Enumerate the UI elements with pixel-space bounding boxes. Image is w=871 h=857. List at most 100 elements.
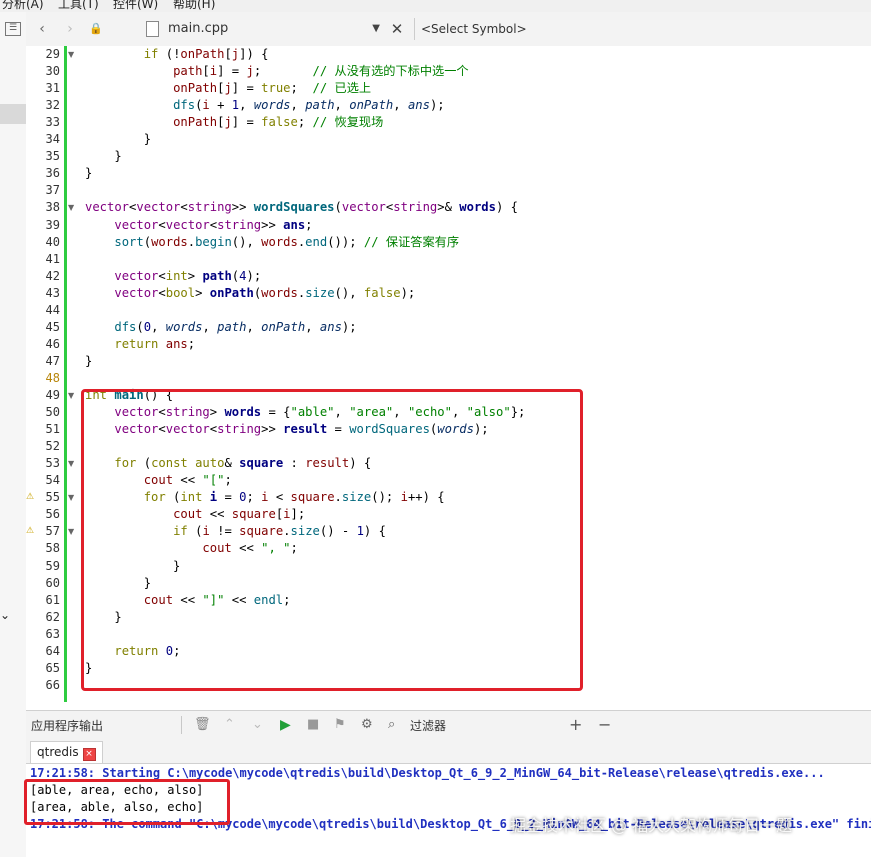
line-number: 36 xyxy=(45,166,60,181)
selected-mode-indicator[interactable] xyxy=(0,104,26,124)
code-text: dfs(0, words, path, onPath, ans); xyxy=(114,319,357,334)
line-number: 29 xyxy=(45,47,60,61)
code-line: 32 dfs(i + 1, words, path, onPath, ans); xyxy=(26,97,871,114)
line-number: 32 xyxy=(45,98,60,113)
fold-marker-icon[interactable]: ▼ xyxy=(68,199,76,216)
code-text: onPath[j] = false; // 恢复现场 xyxy=(173,115,384,130)
back-arrow-icon[interactable]: ‹ xyxy=(34,19,50,39)
settings-icon[interactable]: ⚙ xyxy=(361,716,373,734)
code-line: 43 vector<bool> onPath(words.size(), fal… xyxy=(26,285,871,302)
menu-help[interactable]: 帮助(H) xyxy=(173,0,215,12)
code-line: 35 } xyxy=(26,148,871,165)
run-icon[interactable]: ▶ xyxy=(280,716,291,734)
file-icon xyxy=(146,21,159,37)
up-arrow-icon[interactable]: ⌃ xyxy=(224,716,235,734)
left-mode-strip: ☰ xyxy=(0,12,27,712)
fold-marker-icon[interactable]: ▼ xyxy=(68,387,76,404)
line-number: 39 xyxy=(45,217,60,232)
code-line: 37 xyxy=(26,182,871,199)
line-number: 65 xyxy=(45,660,60,675)
line-number: 61 xyxy=(45,592,60,607)
code-line: 30 path[i] = j; // 从没有选的下标中选一个 xyxy=(26,63,871,80)
close-tab-icon[interactable]: × xyxy=(82,748,96,761)
line-number: 53 xyxy=(45,456,60,471)
fold-marker-icon[interactable]: ▼ xyxy=(68,523,76,540)
line-number: 37 xyxy=(45,183,60,198)
code-line: 38 ▼ vector<vector<string>> wordSquares(ve… xyxy=(26,199,871,216)
highlight-box-main xyxy=(81,389,583,691)
line-number: 47 xyxy=(45,353,60,368)
code-line: 46 return ans; xyxy=(26,336,871,353)
code-line: 47} xyxy=(26,353,871,370)
line-number: 35 xyxy=(45,149,60,164)
line-number: 52 xyxy=(45,439,60,454)
menu-tools[interactable]: 工具(T) xyxy=(58,0,99,12)
line-number: 62 xyxy=(45,609,60,624)
line-number: 43 xyxy=(45,285,60,300)
output-panel-header: 应用程序输出 🗑 ⌃ ⌄ ▶ ■ ⚑ ⚙ ⌕ 过滤器 + − xyxy=(26,710,871,740)
code-line: 29 ▼ if (!onPath[j]) { xyxy=(26,46,871,63)
lock-icon[interactable]: 🔒 xyxy=(88,19,104,39)
code-line: 45 dfs(0, words, path, onPath, ans); xyxy=(26,319,871,336)
code-text: onPath[j] = true; // 已选上 xyxy=(173,81,372,96)
line-number: 59 xyxy=(45,558,60,573)
attach-debugger-icon[interactable]: ⚑ xyxy=(334,716,346,734)
warning-icon[interactable]: ⚠ xyxy=(26,489,34,506)
forward-arrow-icon[interactable]: › xyxy=(62,19,78,39)
symbol-selector[interactable]: <Select Symbol> xyxy=(414,18,871,40)
panel-collapse-icon[interactable]: ⌄ xyxy=(0,608,26,622)
editor-toolbar: ‹ › 🔒 main.cpp ▼ ✕ <Select Symbol> xyxy=(26,12,871,47)
fold-marker-icon[interactable]: ▼ xyxy=(68,489,76,506)
code-text: vector<bool> onPath(words.size(), false)… xyxy=(114,285,416,300)
fold-marker-icon[interactable]: ▼ xyxy=(68,455,76,472)
clear-icon[interactable]: 🗑 xyxy=(194,716,211,734)
file-selector[interactable]: main.cpp ▼ xyxy=(146,18,384,40)
code-text: dfs(i + 1, words, path, onPath, ans); xyxy=(173,98,445,113)
stop-icon[interactable]: ■ xyxy=(307,716,319,734)
line-number: 31 xyxy=(45,81,60,96)
code-text: return ans; xyxy=(114,336,196,351)
menu-widgets[interactable]: 控件(W) xyxy=(113,0,158,12)
code-text: } xyxy=(85,149,122,164)
line-number: 34 xyxy=(45,132,60,147)
code-text: } xyxy=(85,353,93,368)
line-number: 51 xyxy=(45,422,60,437)
warning-icon[interactable]: ⚠ xyxy=(26,523,34,540)
menu-analyze[interactable]: 分析(A) xyxy=(2,0,44,12)
fold-marker-icon[interactable]: ▼ xyxy=(68,46,76,63)
line-number: 56 xyxy=(45,507,60,522)
code-text: if (!onPath[j]) { xyxy=(143,47,269,61)
output-tab-bar: qtredis × xyxy=(26,739,871,764)
line-number: 40 xyxy=(45,234,60,249)
minimize-icon[interactable]: − xyxy=(598,716,611,734)
line-number: 30 xyxy=(45,64,60,79)
code-line: 39 vector<vector<string>> ans; xyxy=(26,217,871,234)
filter-input[interactable]: 过滤器 xyxy=(410,717,446,734)
watermark: 掘金技术社区 @ 福大大架构师每日一题 xyxy=(510,816,793,835)
file-name: main.cpp xyxy=(168,21,229,36)
line-number: 49 xyxy=(45,388,60,402)
code-line: 44 xyxy=(26,302,871,319)
line-number: 66 xyxy=(45,677,60,692)
code-line: 33 onPath[j] = false; // 恢复现场 xyxy=(26,114,871,131)
add-icon[interactable]: + xyxy=(569,716,582,734)
line-number: 63 xyxy=(45,626,60,641)
line-number: 50 xyxy=(45,405,60,420)
close-file-icon[interactable]: ✕ xyxy=(388,19,406,39)
tab-label: qtredis xyxy=(37,745,79,759)
down-arrow-icon[interactable]: ⌄ xyxy=(252,716,263,734)
code-text: sort(words.begin(), words.end()); // 保证答… xyxy=(114,234,460,249)
code-text: path[i] = j; // 从没有选的下标中选一个 xyxy=(173,64,469,79)
line-number: 45 xyxy=(45,319,60,334)
output-panel-title: 应用程序输出 xyxy=(31,719,104,733)
line-number: 60 xyxy=(45,575,60,590)
line-number: 48 xyxy=(45,370,60,385)
line-number: 44 xyxy=(45,302,60,317)
line-number: 38 xyxy=(45,200,60,215)
code-line: 31 onPath[j] = true; // 已选上 xyxy=(26,80,871,97)
tab-qtredis[interactable]: qtredis × xyxy=(30,741,103,763)
search-icon: ⌕ xyxy=(388,717,396,732)
code-text: } xyxy=(85,166,93,181)
code-text: vector<vector<string>> wordSquares(vecto… xyxy=(85,200,518,215)
panel-toggle-icon[interactable]: ☰ xyxy=(5,22,21,36)
